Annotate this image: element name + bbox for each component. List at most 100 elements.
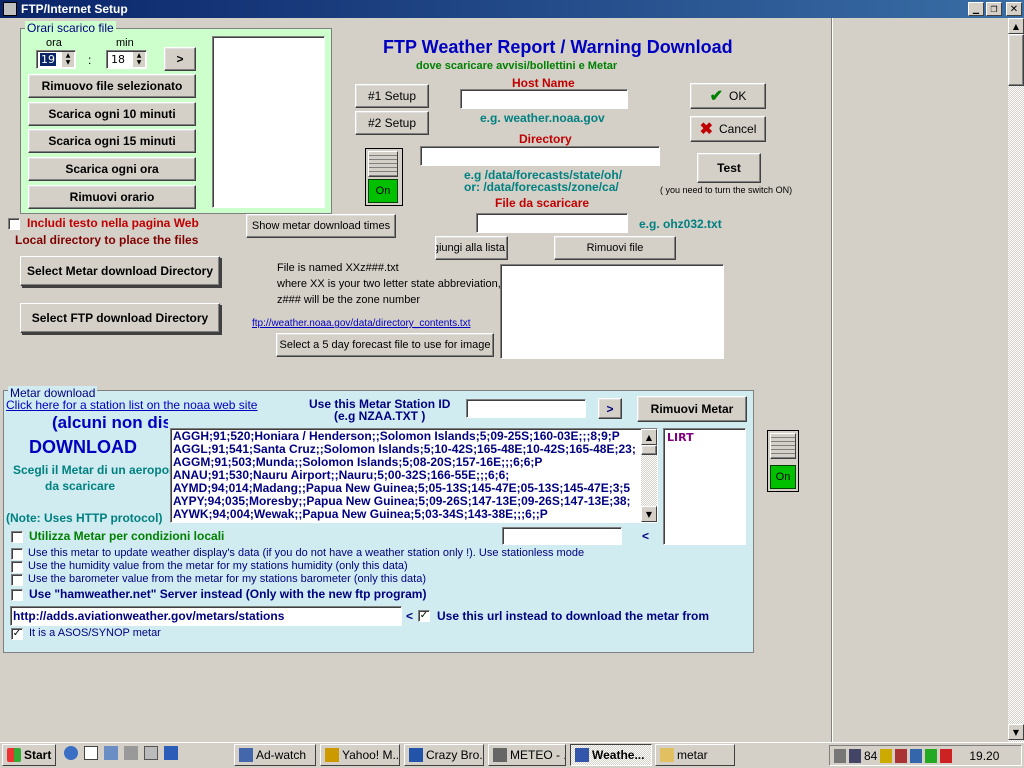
minute-spinner[interactable]: 18 ▲ ▼	[106, 50, 147, 69]
station-list-item[interactable]: AGGL;91;541;Santa Cruz;;Solomon Islands;…	[173, 443, 639, 456]
asos-label: It is a ASOS/SYNOP metar	[29, 627, 161, 639]
humidity-label: Use the humidity value from the metar fo…	[28, 560, 408, 572]
switch-handle	[770, 433, 796, 459]
scroll-up-button[interactable]: ▲	[1008, 18, 1024, 34]
show-metar-times-button[interactable]: Show metar download times	[246, 214, 396, 238]
tray-app-icon[interactable]	[910, 748, 923, 763]
taskbar-item[interactable]: METEO - ...	[488, 744, 566, 766]
directory-contents-link[interactable]: ftp://weather.noaa.gov/data/directory_co…	[252, 318, 470, 329]
taskbar-item[interactable]: Ad-watch	[234, 744, 316, 766]
internet-explorer-icon[interactable]	[64, 746, 78, 760]
stationless-checkbox[interactable]	[11, 548, 23, 560]
host-label: Host Name	[512, 76, 575, 90]
close-button[interactable]: ✕	[1006, 2, 1022, 16]
list-scroll-up-button[interactable]: ▲	[641, 429, 657, 445]
list-scroll-thumb[interactable]	[641, 445, 657, 455]
notepad-icon[interactable]	[84, 746, 98, 760]
drive-icon[interactable]	[144, 746, 158, 760]
setup2-button[interactable]: #2 Setup	[355, 111, 429, 135]
speaker-icon[interactable]	[834, 748, 846, 763]
download-every-hour-button[interactable]: Scarica ogni ora	[28, 157, 196, 181]
start-button[interactable]: Start	[2, 744, 56, 766]
url-arrow[interactable]: <	[406, 609, 413, 623]
station-go-button[interactable]: >	[598, 398, 622, 419]
station-list-item[interactable]: ANAU;91;530;Nauru Airport;;Nauru;5;00-32…	[173, 469, 639, 482]
add-to-list-button[interactable]: Aggiungi alla lista	[435, 236, 508, 260]
cancel-button[interactable]: ✖ Cancel	[690, 116, 766, 142]
humidity-checkbox[interactable]	[11, 561, 23, 573]
metar-search-arrow[interactable]: <	[642, 529, 649, 543]
tool-icon[interactable]	[124, 746, 138, 760]
metar-search-input[interactable]	[502, 527, 622, 545]
metar-url-input[interactable]	[10, 606, 402, 626]
add-time-button[interactable]: >	[164, 47, 196, 71]
hour-value: 19	[40, 53, 56, 66]
list-scroll-down-button[interactable]: ▼	[641, 506, 657, 522]
directory-input[interactable]	[420, 146, 660, 166]
use-metar-local-checkbox[interactable]	[11, 531, 23, 543]
download-every-10-button[interactable]: Scarica ogni 10 minuti	[28, 102, 196, 126]
ftp-on-switch[interactable]: On	[365, 148, 403, 206]
clock: 19.20	[969, 748, 1000, 763]
network-icon[interactable]	[849, 748, 861, 763]
cancel-label: Cancel	[719, 122, 757, 136]
taskbar-item[interactable]: metar	[655, 744, 735, 766]
host-input[interactable]	[460, 89, 628, 109]
scroll-down-button[interactable]: ▼	[1008, 724, 1024, 740]
test-button[interactable]: Test	[697, 153, 761, 183]
station-list-item[interactable]: AYPY;94;035;Moresby;;Papua New Guinea;5;…	[173, 495, 639, 508]
remove-metar-button[interactable]: Rimuovi Metar	[637, 396, 747, 422]
ftp-file-list[interactable]	[500, 264, 724, 359]
barometer-label: Use the barometer value from the metar f…	[28, 573, 426, 585]
file-info-line-1: File is named XXz###.txt	[277, 262, 399, 274]
taskbar-item[interactable]: Weathe...	[570, 744, 652, 766]
select-ftp-dir-button[interactable]: Select FTP download Directory	[20, 303, 220, 333]
barometer-checkbox[interactable]	[11, 574, 23, 586]
schedule-list[interactable]	[212, 36, 325, 208]
tray-app-icon[interactable]	[940, 748, 953, 763]
minimize-button[interactable]: ▁	[968, 2, 984, 16]
remove-selected-file-button[interactable]: Rimuovo file selezionato	[28, 74, 196, 98]
download-every-15-button[interactable]: Scarica ogni 15 minuti	[28, 129, 196, 153]
vertical-scrollbar[interactable]: ▲ ▼	[1008, 18, 1024, 742]
station-list-item[interactable]: AYMD;94;014;Madang;;Papua New Guinea;5;0…	[173, 482, 639, 495]
setup1-button[interactable]: #1 Setup	[355, 84, 429, 108]
tray-app-icon[interactable]	[880, 748, 893, 763]
selected-metar-item[interactable]: LIRT	[667, 431, 694, 444]
spinner-arrows-icon[interactable]: ▲ ▼	[62, 52, 74, 67]
hamweather-checkbox[interactable]	[11, 589, 23, 601]
page-title: FTP Weather Report / Warning Download	[383, 37, 733, 57]
hour-spinner[interactable]: 19 ▲ ▼	[36, 50, 76, 69]
remove-file-button[interactable]: Rimuovi file	[554, 236, 676, 260]
taskbar-item[interactable]: Crazy Bro...	[404, 744, 484, 766]
select-metar-dir-button[interactable]: Select Metar download Directory	[20, 256, 220, 286]
taskbar-item-label: Yahoo! M...	[342, 748, 400, 762]
include-text-checkbox[interactable]	[8, 218, 20, 230]
ok-button[interactable]: ✔ OK	[690, 83, 766, 109]
tray-app-icon[interactable]	[895, 748, 908, 763]
spinner-arrows-icon[interactable]: ▲ ▼	[133, 52, 145, 67]
remove-time-button[interactable]: Rimuovi orario	[28, 185, 196, 209]
choose-metar-line-1: Scegli il Metar di un aeroporto	[13, 463, 171, 477]
station-list-scrollbar[interactable]: ▲ ▼	[641, 429, 657, 522]
asos-checkbox[interactable]: ✓	[11, 628, 23, 640]
station-list-item[interactable]: AYWK;94;004;Wewak;;Papua New Guinea;5;03…	[173, 508, 639, 521]
station-id-input[interactable]	[466, 399, 586, 418]
app-launcher-icon[interactable]	[164, 746, 178, 760]
station-list-item[interactable]: AGGM;91;503;Munda;;Solomon Islands;5;08-…	[173, 456, 639, 469]
taskbar-item[interactable]: Yahoo! M...	[320, 744, 400, 766]
tray-app-icon[interactable]	[925, 748, 938, 763]
desktop-icon[interactable]	[104, 746, 118, 760]
selected-metar-list[interactable]: LIRT	[663, 428, 746, 545]
select-5day-button[interactable]: Select a 5 day forecast file to use for …	[276, 333, 494, 357]
station-list-link[interactable]: Click here for a station list on the noa…	[6, 398, 257, 412]
maximize-button[interactable]: ❐	[986, 2, 1002, 16]
ad-watch-icon	[239, 748, 253, 762]
station-list-item[interactable]: AGGH;91;520;Honiara / Henderson;;Solomon…	[173, 430, 639, 443]
metar-on-switch[interactable]: On	[767, 430, 799, 492]
use-url-label: Use this url instead to download the met…	[437, 609, 710, 623]
station-list[interactable]: AGGH;91;520;Honiara / Henderson;;Solomon…	[170, 428, 658, 523]
file-input[interactable]	[476, 213, 628, 233]
scroll-thumb[interactable]	[1008, 34, 1024, 86]
use-url-checkbox[interactable]: ✓	[418, 610, 430, 622]
